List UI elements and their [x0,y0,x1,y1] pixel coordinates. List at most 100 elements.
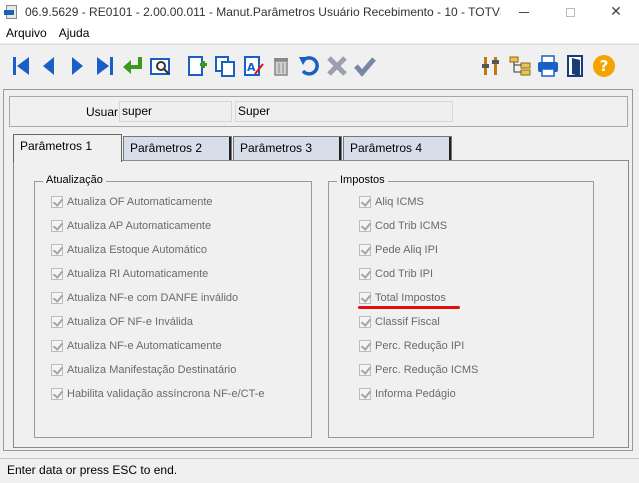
tab-parametros-2[interactable]: Parâmetros 2 [123,136,232,160]
last-record-button[interactable] [92,53,118,79]
checkbox-check-icon [359,340,371,352]
highlight-underline [358,306,460,309]
checkbox-check-icon [51,244,63,256]
new-record-button[interactable] [184,53,210,79]
checkbox-atualiza-nfe-danfe[interactable]: Atualiza NF-e com DANFE inválido [51,290,238,306]
hierarchy-icon [509,56,531,76]
menu-ajuda[interactable]: Ajuda [53,24,96,43]
checkbox-cod-trib-icms[interactable]: Cod Trib ICMS [359,218,447,234]
checkbox-check-icon [359,364,371,376]
user-name-field: Super [235,101,453,122]
checkbox-atualiza-manifestacao[interactable]: Atualiza Manifestação Destinatário [51,362,236,378]
checkbox-check-icon [51,268,63,280]
undo-button[interactable] [296,53,322,79]
maximize-icon [565,7,575,17]
next-icon [72,57,83,75]
tab-panel-parametros-1: Atualização Impostos Atualiza OF Automat… [13,160,629,448]
tools-icon [482,57,499,75]
copy-icon [215,56,235,77]
return-icon [123,57,142,74]
last-icon [97,57,113,75]
user-row: Usuar: super Super [9,96,628,127]
checkbox-check-icon [51,340,63,352]
first-icon [13,57,29,75]
exit-button[interactable] [563,53,589,79]
checkbox-check-icon [51,196,63,208]
minimize-icon [519,11,529,13]
next-record-button[interactable] [64,53,90,79]
return-button[interactable] [120,53,146,79]
status-bar: Enter data or press ESC to end. [0,458,639,483]
exit-icon [567,55,583,77]
checkbox-total-impostos[interactable]: Total Impostos [359,290,446,306]
svg-text:A: A [247,61,256,74]
cancel-icon [327,56,347,76]
edit-icon: A [244,56,264,76]
tab-strip: Parâmetros 1 Parâmetros 2 Parâmetros 3 P… [13,134,633,162]
checkbox-check-icon [51,220,63,232]
checkbox-atualiza-ap-auto[interactable]: Atualiza AP Automaticamente [51,218,211,234]
user-code-field[interactable]: super [119,101,232,122]
checkbox-atualiza-ri-auto[interactable]: Atualiza RI Automaticamente [51,266,208,282]
svg-text:?: ? [600,57,609,75]
cancel-button[interactable] [324,53,350,79]
checkbox-cod-trib-ipi[interactable]: Cod Trib IPI [359,266,433,282]
search-icon [150,58,170,75]
checkbox-atualiza-of-auto[interactable]: Atualiza OF Automaticamente [51,194,213,210]
checkbox-atualiza-nfe-auto[interactable]: Atualiza NF-e Automaticamente [51,338,222,354]
edit-record-button[interactable]: A [240,53,266,79]
atualizacao-title: Atualização [43,174,106,186]
tools-button[interactable] [478,53,504,79]
app-icon [4,4,20,20]
checkbox-check-icon [359,196,371,208]
checkbox-check-icon [359,316,371,328]
checkbox-informa-pedagio[interactable]: Informa Pedágio [359,386,456,402]
tab-parametros-1[interactable]: Parâmetros 1 [13,134,122,162]
copy-record-button[interactable] [212,53,238,79]
checkbox-aliq-icms[interactable]: Aliq ICMS [359,194,424,210]
confirm-button[interactable] [352,53,378,79]
checkbox-check-icon [51,316,63,328]
search-button[interactable] [148,53,174,79]
checkbox-check-icon [359,292,371,304]
title-bar: 06.9.5629 - RE0101 - 2.00.00.011 - Manut… [0,0,639,24]
checkbox-habilita-validacao[interactable]: Habilita validação assíncrona NF-e/CT-e [51,386,264,402]
hierarchy-button[interactable] [507,53,533,79]
checkbox-check-icon [359,220,371,232]
delete-record-button[interactable] [268,53,294,79]
maximize-button[interactable] [547,0,593,24]
window-title: 06.9.5629 - RE0101 - 2.00.00.011 - Manut… [25,5,501,19]
delete-icon [274,58,288,76]
checkbox-check-icon [51,364,63,376]
close-button[interactable]: ✕ [593,0,639,24]
checkbox-check-icon [51,292,63,304]
checkbox-atualiza-of-nfe-invalida[interactable]: Atualiza OF NF-e Inválida [51,314,193,330]
menu-arquivo[interactable]: Arquivo [0,24,53,43]
main-panel: Usuar: super Super Parâmetros 1 Parâmetr… [3,89,633,451]
checkbox-check-icon [359,268,371,280]
tab-parametros-4[interactable]: Parâmetros 4 [343,136,452,160]
checkbox-perc-reducao-ipi[interactable]: Perc. Redução IPI [359,338,464,354]
checkbox-classif-fiscal[interactable]: Classif Fiscal [359,314,440,330]
checkbox-pede-aliq-ipi[interactable]: Pede Aliq IPI [359,242,438,258]
user-label: Usuar: [86,105,122,119]
checkbox-atualiza-estoque[interactable]: Atualiza Estoque Automático [51,242,207,258]
tab-parametros-3[interactable]: Parâmetros 3 [233,136,342,160]
toolbar: A ? [0,44,639,88]
help-button[interactable]: ? [591,53,617,79]
confirm-icon [354,57,376,77]
new-icon [188,56,207,76]
menu-bar: Arquivo Ajuda [0,24,639,43]
close-icon: ✕ [610,4,622,20]
print-icon [538,55,558,77]
checkbox-perc-reducao-icms[interactable]: Perc. Redução ICMS [359,362,478,378]
previous-icon [43,57,54,75]
previous-record-button[interactable] [36,53,62,79]
first-record-button[interactable] [8,53,34,79]
impostos-title: Impostos [337,174,388,186]
checkbox-check-icon [359,388,371,400]
help-icon: ? [593,55,615,77]
checkbox-check-icon [359,244,371,256]
minimize-button[interactable] [501,0,547,24]
print-button[interactable] [535,53,561,79]
